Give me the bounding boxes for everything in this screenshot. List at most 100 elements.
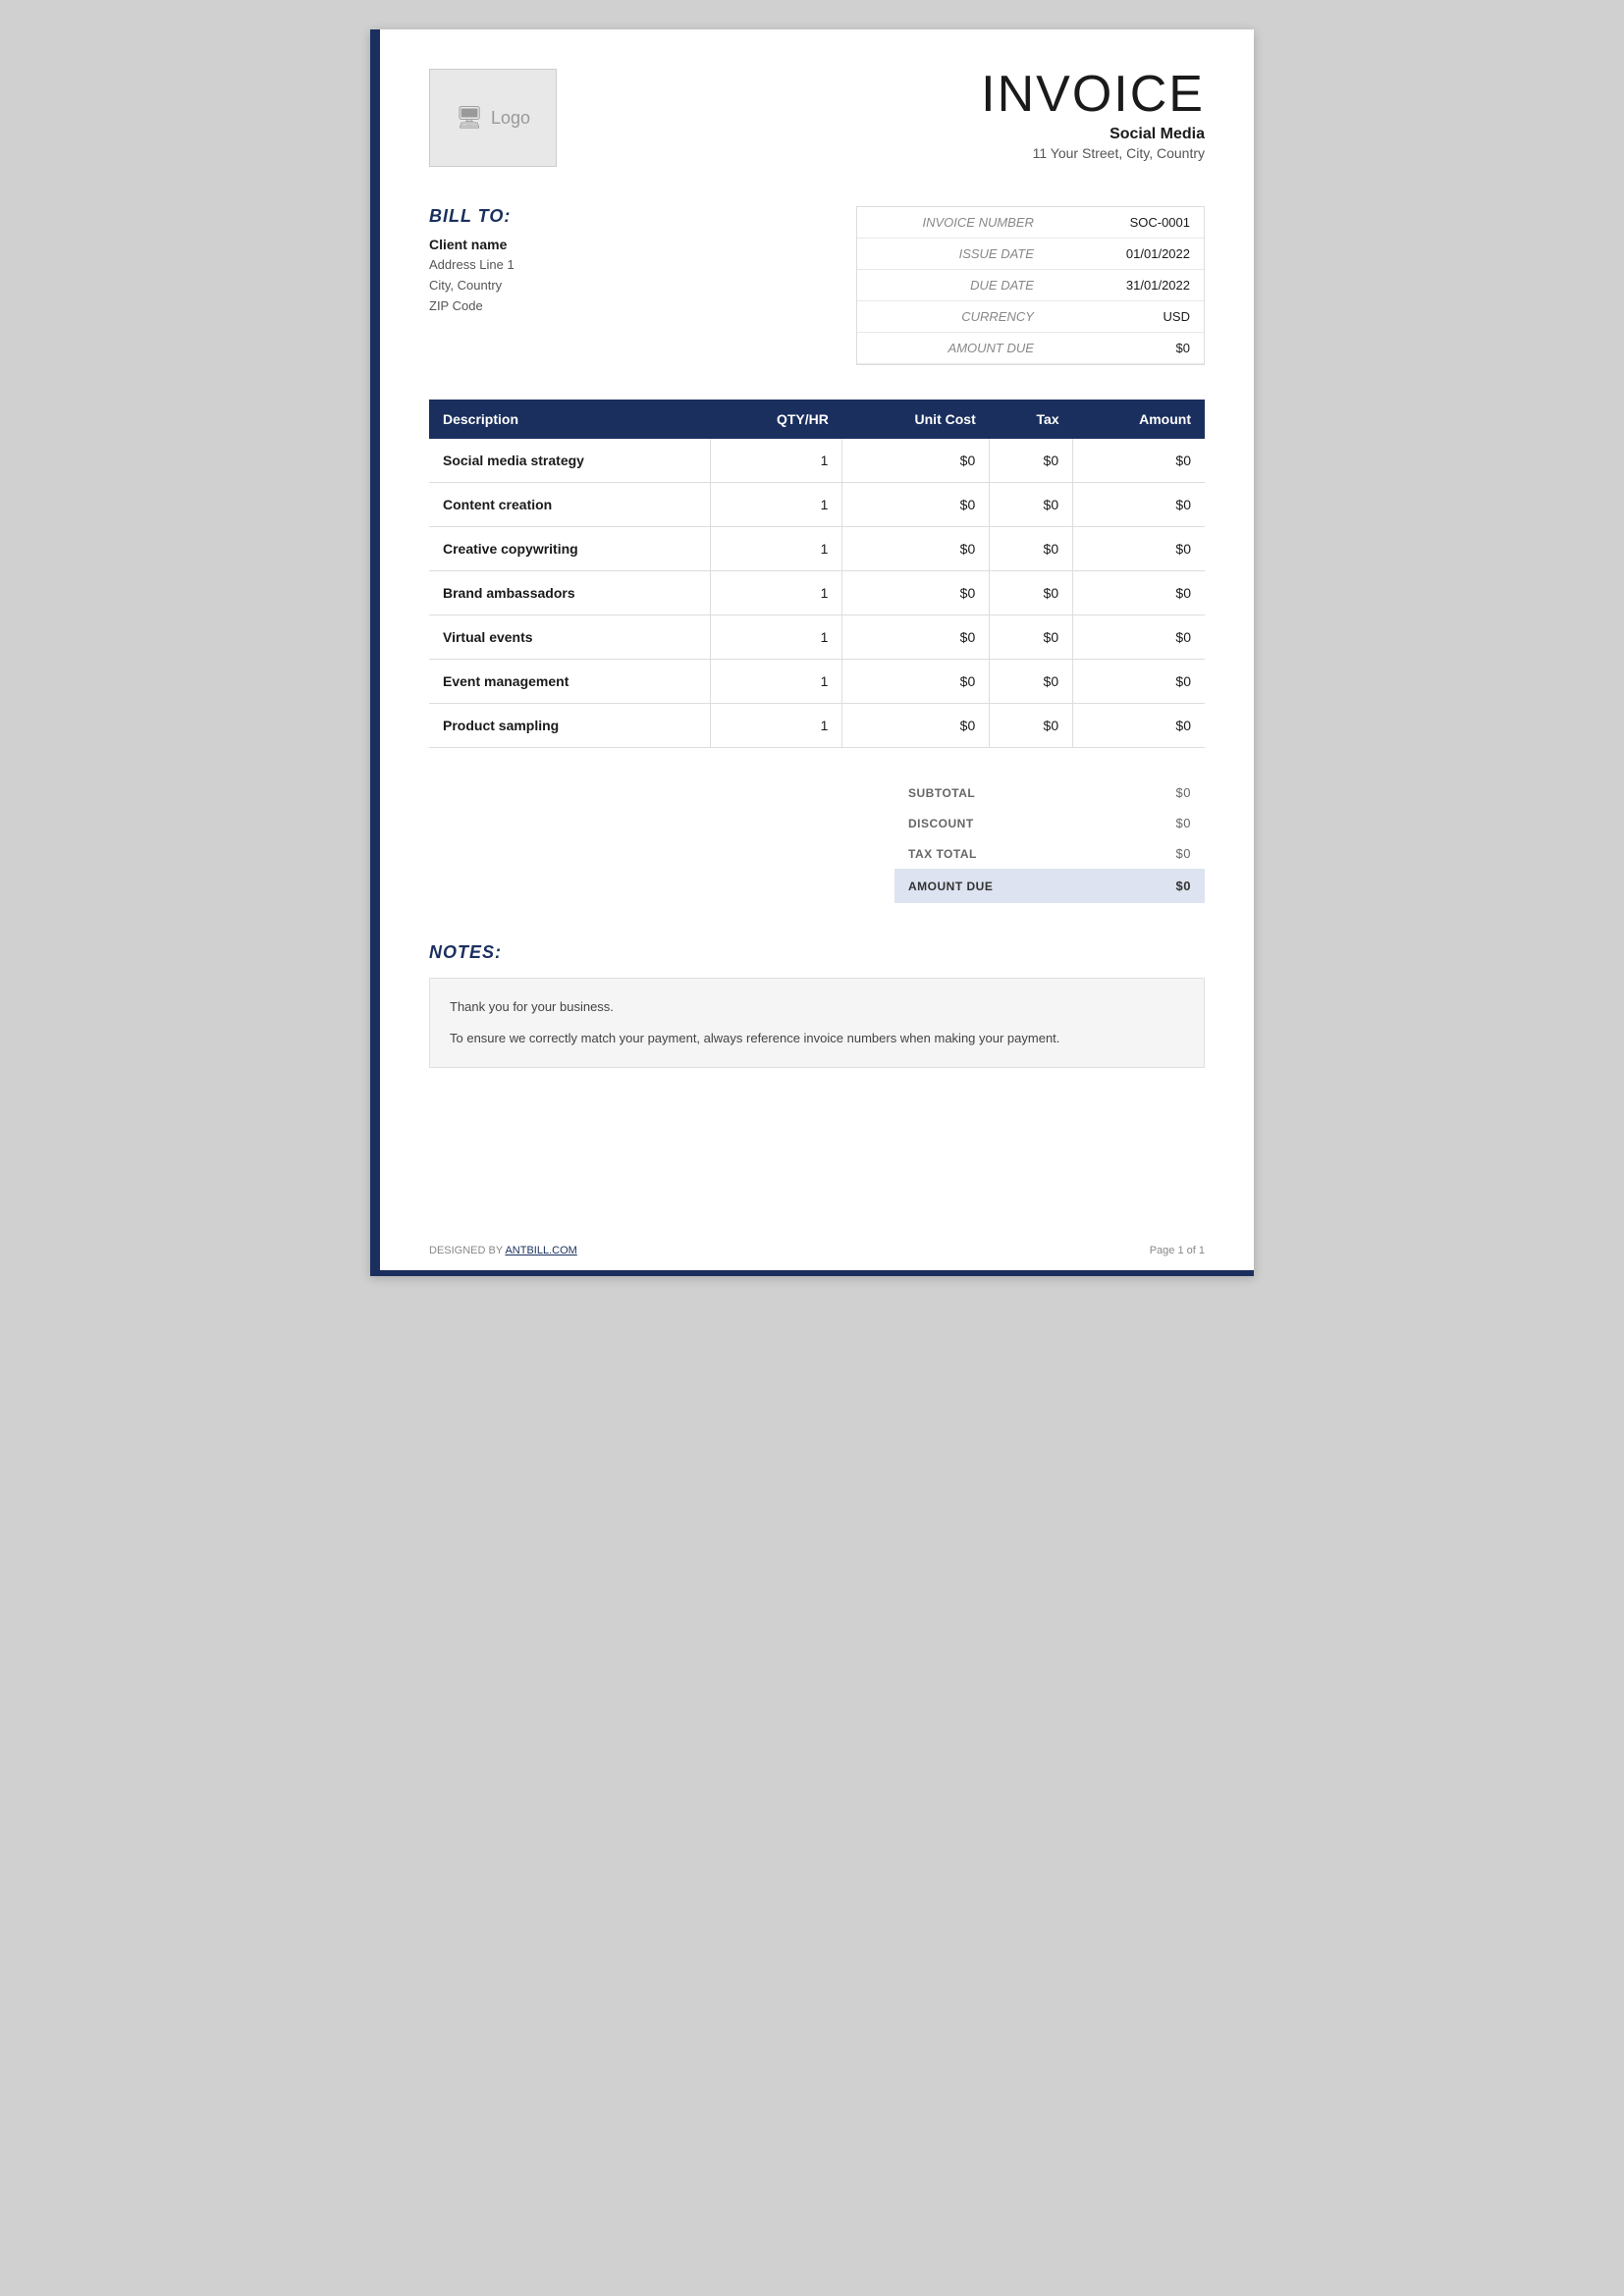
row-tax: $0: [990, 483, 1073, 527]
row-unit-cost: $0: [842, 615, 990, 660]
table-row: Content creation 1 $0 $0 $0: [429, 483, 1205, 527]
row-amount: $0: [1073, 660, 1205, 704]
table-row: Social media strategy 1 $0 $0 $0: [429, 439, 1205, 483]
row-description: Brand ambassadors: [429, 571, 710, 615]
logo-box: 🖥 Logo: [429, 69, 557, 167]
invoice-meta: INVOICE NUMBER SOC-0001 ISSUE DATE 01/01…: [856, 206, 1206, 365]
antbill-link[interactable]: ANTBILL.COM: [505, 1245, 576, 1256]
table-row: Virtual events 1 $0 $0 $0: [429, 615, 1205, 660]
bill-to-label: BILL TO:: [429, 206, 856, 227]
row-qty: 1: [710, 615, 841, 660]
row-amount: $0: [1073, 483, 1205, 527]
row-tax: $0: [990, 571, 1073, 615]
note-1: Thank you for your business.: [450, 996, 1184, 1018]
meta-currency-row: CURRENCY USD: [857, 301, 1205, 333]
company-address: 11 Your Street, City, Country: [981, 145, 1205, 161]
meta-due-date-row: DUE DATE 31/01/2022: [857, 270, 1205, 301]
bottom-accent-bar: [380, 1270, 1254, 1276]
row-amount: $0: [1073, 439, 1205, 483]
row-unit-cost: $0: [842, 571, 990, 615]
discount-label: DISCOUNT: [894, 808, 1119, 838]
row-qty: 1: [710, 660, 841, 704]
col-tax: Tax: [990, 400, 1073, 439]
meta-invoice-number-row: INVOICE NUMBER SOC-0001: [857, 207, 1205, 239]
row-amount: $0: [1073, 704, 1205, 748]
notes-box: Thank you for your business. To ensure w…: [429, 978, 1205, 1068]
invoice-header: 🖥 Logo INVOICE Social Media 11 Your Stre…: [429, 69, 1205, 167]
currency-value: USD: [1048, 301, 1204, 333]
logo-text: Logo: [491, 108, 530, 129]
client-address-line1: Address Line 1: [429, 255, 856, 276]
row-qty: 1: [710, 439, 841, 483]
row-amount: $0: [1073, 571, 1205, 615]
tax-total-row: TAX TOTAL $0: [894, 838, 1205, 869]
row-amount: $0: [1073, 615, 1205, 660]
amount-due-total-value: $0: [1119, 869, 1205, 903]
discount-row: DISCOUNT $0: [894, 808, 1205, 838]
invoice-number-label: INVOICE NUMBER: [857, 207, 1048, 239]
discount-value: $0: [1119, 808, 1205, 838]
bill-to-block: BILL TO: Client name Address Line 1 City…: [429, 206, 856, 365]
col-description: Description: [429, 400, 710, 439]
currency-label: CURRENCY: [857, 301, 1048, 333]
row-qty: 1: [710, 704, 841, 748]
logo-icon: 🖥: [456, 105, 483, 131]
totals-table: SUBTOTAL $0 DISCOUNT $0 TAX TOTAL $0 AMO…: [894, 777, 1205, 903]
invoice-title-block: INVOICE Social Media 11 Your Street, Cit…: [981, 69, 1205, 161]
invoice-number-value: SOC-0001: [1048, 207, 1204, 239]
meta-issue-date-row: ISSUE DATE 01/01/2022: [857, 239, 1205, 270]
tax-total-value: $0: [1119, 838, 1205, 869]
client-address-line2: City, Country: [429, 276, 856, 296]
client-address-line3: ZIP Code: [429, 296, 856, 317]
meta-amount-due-row: AMOUNT DUE $0: [857, 333, 1205, 364]
row-unit-cost: $0: [842, 704, 990, 748]
row-description: Virtual events: [429, 615, 710, 660]
table-row: Event management 1 $0 $0 $0: [429, 660, 1205, 704]
row-unit-cost: $0: [842, 483, 990, 527]
row-description: Product sampling: [429, 704, 710, 748]
amount-due-value: $0: [1048, 333, 1204, 364]
client-name: Client name: [429, 237, 856, 252]
tax-total-label: TAX TOTAL: [894, 838, 1119, 869]
col-qty: QTY/HR: [710, 400, 841, 439]
designed-by-text: DESIGNED BY: [429, 1245, 503, 1256]
note-2: To ensure we correctly match your paymen…: [450, 1028, 1184, 1049]
row-description: Social media strategy: [429, 439, 710, 483]
row-tax: $0: [990, 660, 1073, 704]
amount-due-total-label: AMOUNT DUE: [894, 869, 1119, 903]
row-unit-cost: $0: [842, 660, 990, 704]
table-row: Product sampling 1 $0 $0 $0: [429, 704, 1205, 748]
col-amount: Amount: [1073, 400, 1205, 439]
row-unit-cost: $0: [842, 439, 990, 483]
notes-section: NOTES: Thank you for your business. To e…: [429, 942, 1205, 1068]
row-description: Creative copywriting: [429, 527, 710, 571]
table-header-row: Description QTY/HR Unit Cost Tax Amount: [429, 400, 1205, 439]
row-qty: 1: [710, 483, 841, 527]
issue-date-label: ISSUE DATE: [857, 239, 1048, 270]
row-unit-cost: $0: [842, 527, 990, 571]
row-description: Event management: [429, 660, 710, 704]
items-table: Description QTY/HR Unit Cost Tax Amount …: [429, 400, 1205, 748]
subtotal-value: $0: [1119, 777, 1205, 808]
footer-designed-by: DESIGNED BY ANTBILL.COM: [429, 1245, 577, 1256]
row-amount: $0: [1073, 527, 1205, 571]
subtotal-row: SUBTOTAL $0: [894, 777, 1205, 808]
table-row: Creative copywriting 1 $0 $0 $0: [429, 527, 1205, 571]
due-date-value: 31/01/2022: [1048, 270, 1204, 301]
col-unit-cost: Unit Cost: [842, 400, 990, 439]
issue-date-value: 01/01/2022: [1048, 239, 1204, 270]
invoice-title: INVOICE: [981, 69, 1205, 120]
amount-due-row: AMOUNT DUE $0: [894, 869, 1205, 903]
invoice-footer: DESIGNED BY ANTBILL.COM Page 1 of 1: [429, 1245, 1205, 1256]
due-date-label: DUE DATE: [857, 270, 1048, 301]
notes-label: NOTES:: [429, 942, 1205, 963]
totals-section: SUBTOTAL $0 DISCOUNT $0 TAX TOTAL $0 AMO…: [429, 777, 1205, 903]
billing-section: BILL TO: Client name Address Line 1 City…: [429, 206, 1205, 365]
amount-due-label: AMOUNT DUE: [857, 333, 1048, 364]
row-tax: $0: [990, 704, 1073, 748]
company-name: Social Media: [981, 126, 1205, 143]
row-qty: 1: [710, 527, 841, 571]
page-info: Page 1 of 1: [1150, 1245, 1205, 1256]
row-qty: 1: [710, 571, 841, 615]
row-tax: $0: [990, 615, 1073, 660]
